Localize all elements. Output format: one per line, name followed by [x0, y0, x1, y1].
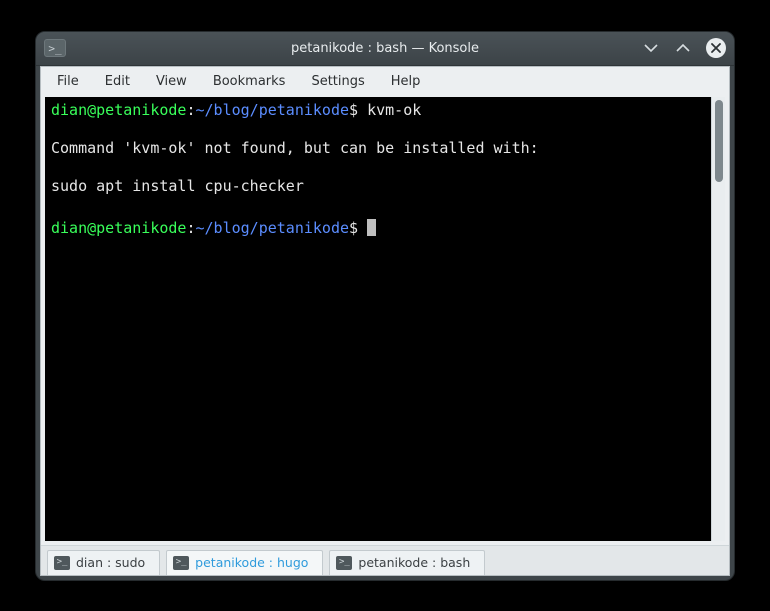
maximize-button[interactable] — [674, 39, 692, 57]
cmd-entered: kvm-ok — [367, 101, 421, 119]
scroll-thumb[interactable] — [715, 100, 723, 182]
prompt-dollar: $ — [349, 101, 358, 119]
chevron-down-icon — [644, 41, 658, 55]
tab-1[interactable]: >_ dian : sudo — [47, 550, 160, 575]
minimize-button[interactable] — [642, 39, 660, 57]
terminal-icon: >_ — [54, 556, 70, 570]
window-title: petanikode : bash — Konsole — [36, 41, 734, 56]
terminal[interactable]: dian@petanikode:~/blog/petanikode$ kvm-o… — [45, 97, 711, 541]
prompt-user-host: dian@petanikode — [51, 219, 186, 237]
window-chrome: File Edit View Bookmarks Settings Help d… — [40, 66, 730, 576]
menu-view[interactable]: View — [144, 70, 199, 93]
menu-edit[interactable]: Edit — [93, 70, 142, 93]
menu-help[interactable]: Help — [379, 70, 433, 93]
scrollbar[interactable] — [711, 97, 725, 541]
prompt-path: ~/blog/petanikode — [196, 101, 350, 119]
terminal-cursor — [367, 219, 376, 236]
menu-file[interactable]: File — [45, 70, 91, 93]
titlebar[interactable]: >_ petanikode : bash — Konsole — [36, 32, 734, 66]
tab-bar: >_ dian : sudo >_ petanikode : hugo >_ p… — [41, 545, 729, 575]
tab-3[interactable]: >_ petanikode : bash — [329, 550, 485, 575]
tab-label: petanikode : hugo — [195, 555, 308, 570]
prompt-user-host: dian@petanikode — [51, 101, 186, 119]
tab-label: dian : sudo — [76, 555, 145, 570]
prompt-dollar: $ — [349, 219, 358, 237]
terminal-area: dian@petanikode:~/blog/petanikode$ kvm-o… — [45, 97, 725, 541]
menu-bookmarks[interactable]: Bookmarks — [201, 70, 298, 93]
close-icon — [711, 43, 721, 53]
menu-settings[interactable]: Settings — [299, 70, 376, 93]
menubar: File Edit View Bookmarks Settings Help — [41, 67, 729, 97]
app-icon: >_ — [44, 39, 66, 57]
tab-label: petanikode : bash — [358, 555, 470, 570]
terminal-icon: >_ — [336, 556, 352, 570]
close-button[interactable] — [706, 38, 726, 58]
prompt-sep: : — [186, 219, 195, 237]
output-install: sudo apt install cpu-checker — [51, 177, 304, 195]
prompt-path: ~/blog/petanikode — [196, 219, 350, 237]
konsole-window: >_ petanikode : bash — Konsole File Edit… — [35, 31, 735, 581]
prompt-sep: : — [186, 101, 195, 119]
chevron-up-icon — [676, 41, 690, 55]
terminal-icon: >_ — [173, 556, 189, 570]
output-notfound: Command 'kvm-ok' not found, but can be i… — [51, 139, 539, 157]
window-controls — [642, 38, 726, 58]
tab-2[interactable]: >_ petanikode : hugo — [166, 550, 323, 575]
